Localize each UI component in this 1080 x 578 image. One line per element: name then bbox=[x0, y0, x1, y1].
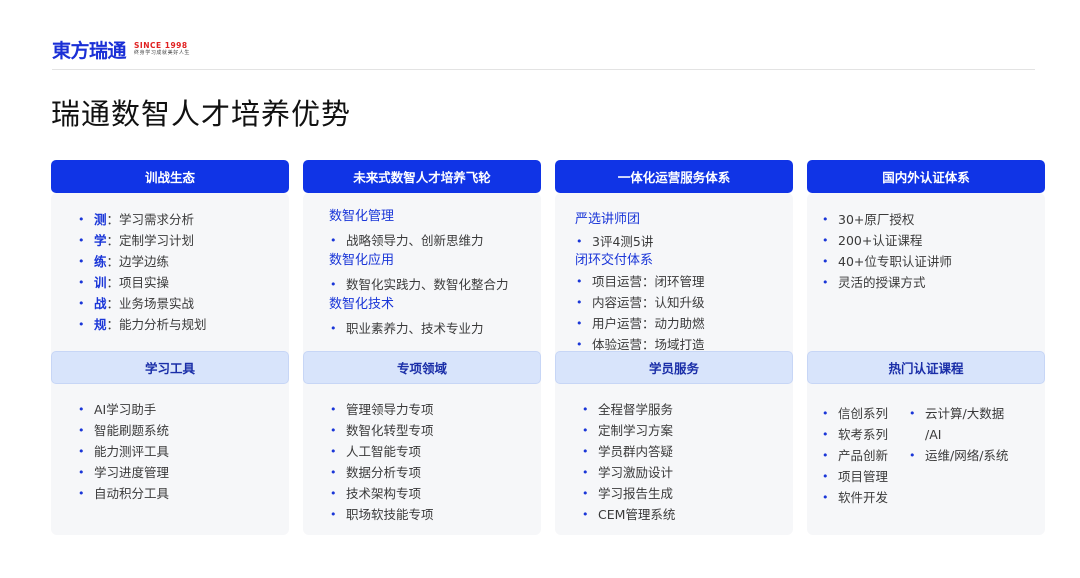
section-title: 闭环交付体系 bbox=[575, 253, 654, 268]
training-ecosystem-list: 测：学习需求分析 学：定制学习计划 练：边学边练 训：项目实操 战：业务场景实战… bbox=[78, 209, 207, 335]
section-title: 严选讲师团 bbox=[575, 212, 641, 227]
certification-list: 30+原厂授权 200+认证课程 40+位专职认证讲师 灵活的授课方式 bbox=[822, 209, 952, 293]
logo-slogan: 终身学习成就美好人生 bbox=[134, 50, 191, 56]
section-title: 数智化应用 bbox=[329, 253, 395, 268]
logo-name: 東方瑞通 bbox=[52, 39, 127, 62]
list-item: 内容运营：认知升级 bbox=[576, 292, 705, 313]
page-title: 瑞通数智人才培养优势 bbox=[51, 97, 352, 131]
list-item: 运维/网络/系统 bbox=[909, 445, 1008, 466]
section-title: 数智化管理 bbox=[329, 209, 395, 224]
list-item: 数智化转型专项 bbox=[330, 420, 434, 441]
list-item: 体验运营：场域打造 bbox=[576, 334, 705, 350]
list-item: 软考系列 bbox=[822, 424, 888, 445]
learning-tools-list: AI学习助手 智能刷题系统 能力测评工具 学习进度管理 自动积分工具 bbox=[78, 399, 169, 504]
list-item: 学习报告生成 bbox=[582, 483, 675, 504]
hot-courses-list-b: 云计算/大数据 /AI 运维/网络/系统 bbox=[909, 403, 1008, 466]
list-item: 职场软技能专项 bbox=[330, 504, 434, 525]
list-item: 项目运营：闭环管理 bbox=[576, 271, 705, 292]
section-list: 战略领导力、创新思维力 bbox=[330, 230, 484, 251]
list-item: 30+原厂授权 bbox=[822, 209, 952, 230]
list-item: 数据分析专项 bbox=[330, 462, 434, 483]
list-item: 技术架构专项 bbox=[330, 483, 434, 504]
list-item-continuation: /AI bbox=[925, 427, 942, 442]
list-item: 信创系列 bbox=[822, 403, 888, 424]
special-fields-list: 管理领导力专项 数智化转型专项 人工智能专项 数据分析专项 技术架构专项 职场软… bbox=[330, 399, 434, 525]
list-item: 训：项目实操 bbox=[78, 272, 207, 293]
list-item: 学：定制学习计划 bbox=[78, 230, 207, 251]
header-learning-tools: 学习工具 bbox=[51, 351, 289, 384]
list-item: 全程督学服务 bbox=[582, 399, 675, 420]
student-services-list: 全程督学服务 定制学习方案 学员群内答疑 学习激励设计 学习报告生成 CEM管理… bbox=[582, 399, 675, 525]
list-item: 项目管理 bbox=[822, 466, 888, 487]
header-special-fields: 专项领域 bbox=[303, 351, 541, 384]
header-hot-courses: 热门认证课程 bbox=[807, 351, 1045, 384]
section-title: 数智化技术 bbox=[329, 297, 395, 312]
list-item: 软件开发 bbox=[822, 487, 888, 508]
company-logo: 東方瑞通 SINCE 1998 终身学习成就美好人生 bbox=[52, 38, 190, 62]
logo-since: SINCE 1998 bbox=[134, 41, 188, 50]
list-item: 学习进度管理 bbox=[78, 462, 169, 483]
section-list: 项目运营：闭环管理 内容运营：认知升级 用户运营：动力助燃 体验运营：场域打造 bbox=[576, 271, 705, 350]
section-list: 数智化实践力、数智化整合力 bbox=[330, 274, 509, 295]
header-training-ecosystem: 训战生态 bbox=[51, 160, 289, 193]
header-certification-system: 国内外认证体系 bbox=[807, 160, 1045, 193]
list-item: 能力测评工具 bbox=[78, 441, 169, 462]
list-item: 200+认证课程 bbox=[822, 230, 952, 251]
section-list: 3评4测5讲 bbox=[576, 231, 653, 252]
list-item: 人工智能专项 bbox=[330, 441, 434, 462]
list-item: 练：边学边练 bbox=[78, 251, 207, 272]
list-item: 数智化实践力、数智化整合力 bbox=[330, 274, 509, 295]
list-item: CEM管理系统 bbox=[582, 504, 675, 525]
list-item: 战：业务场景实战 bbox=[78, 293, 207, 314]
list-item: 测：学习需求分析 bbox=[78, 209, 207, 230]
list-item: 自动积分工具 bbox=[78, 483, 169, 504]
list-item: 职业素养力、技术专业力 bbox=[330, 318, 484, 339]
list-item: 学员群内答疑 bbox=[582, 441, 675, 462]
list-item: 产品创新 bbox=[822, 445, 888, 466]
list-item: 3评4测5讲 bbox=[576, 231, 653, 252]
logo-tagline: SINCE 1998 终身学习成就美好人生 bbox=[134, 41, 190, 57]
list-item: 定制学习方案 bbox=[582, 420, 675, 441]
header-student-services: 学员服务 bbox=[555, 351, 793, 384]
list-item: 规：能力分析与规划 bbox=[78, 314, 207, 335]
list-item: 学习激励设计 bbox=[582, 462, 675, 483]
list-item: 灵活的授课方式 bbox=[822, 272, 952, 293]
header-talent-flywheel: 未来式数智人才培养飞轮 bbox=[303, 160, 541, 193]
header-divider bbox=[52, 69, 1035, 70]
section-list: 职业素养力、技术专业力 bbox=[330, 318, 484, 339]
hot-courses-list-a: 信创系列 软考系列 产品创新 项目管理 软件开发 bbox=[822, 403, 888, 508]
list-item: 40+位专职认证讲师 bbox=[822, 251, 952, 272]
list-item: 云计算/大数据 bbox=[909, 403, 1008, 424]
list-item: 智能刷题系统 bbox=[78, 420, 169, 441]
list-item: AI学习助手 bbox=[78, 399, 169, 420]
header-operation-system: 一体化运营服务体系 bbox=[555, 160, 793, 193]
list-item: 管理领导力专项 bbox=[330, 399, 434, 420]
list-item: 用户运营：动力助燃 bbox=[576, 313, 705, 334]
list-item: 战略领导力、创新思维力 bbox=[330, 230, 484, 251]
